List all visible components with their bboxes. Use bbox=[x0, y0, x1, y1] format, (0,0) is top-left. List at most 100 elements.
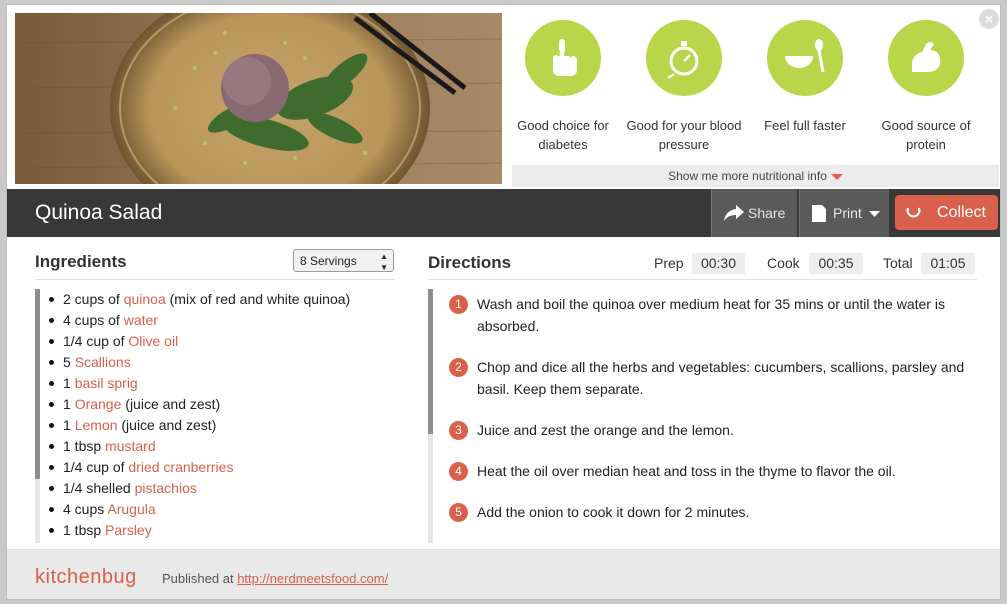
nutrition-badge-label: Good source of protein bbox=[881, 118, 971, 152]
ingredient-quantity: 1/4 cup of bbox=[63, 459, 129, 475]
ingredient-item: 5 Scallions bbox=[45, 352, 405, 373]
ingredients-heading: Ingredients bbox=[35, 252, 127, 271]
footer: kitchenbug Published at http://nerdmeets… bbox=[7, 549, 1000, 599]
ingredient-link[interactable]: pistachios bbox=[135, 480, 197, 496]
ingredient-item: 1 tbsp mustard bbox=[45, 436, 405, 457]
direction-step: 1 Wash and boil the quinoa over medium h… bbox=[449, 293, 969, 337]
step-number: 4 bbox=[449, 462, 468, 481]
print-label: Print bbox=[833, 205, 862, 221]
ingredient-quantity: 1/4 shelled bbox=[63, 480, 135, 496]
step-number: 2 bbox=[449, 358, 468, 377]
ingredient-quantity: 2 cups of bbox=[63, 291, 124, 307]
document-icon bbox=[812, 205, 826, 222]
nutrition-badge-label: Feel full faster bbox=[764, 118, 846, 133]
ingredient-link[interactable]: Orange bbox=[75, 396, 122, 412]
ingredient-link[interactable]: Olive oil bbox=[128, 333, 178, 349]
directions-scrollbar[interactable] bbox=[428, 289, 433, 543]
nutrition-badge-diabetes: Good choice for diabetes bbox=[503, 20, 623, 154]
ingredient-quantity: 1 bbox=[63, 396, 75, 412]
ingredient-item: 1 Orange (juice and zest) bbox=[45, 394, 405, 415]
ingredient-note: (mix of red and white quinoa) bbox=[165, 291, 351, 307]
kitchenbug-logo[interactable]: kitchenbug bbox=[35, 566, 137, 588]
published-label: Published at bbox=[162, 571, 234, 586]
direction-step: 4 Heat the oil over median heat and toss… bbox=[449, 460, 969, 482]
step-text: Heat the oil over median heat and toss i… bbox=[477, 463, 896, 479]
share-label: Share bbox=[748, 205, 786, 221]
ingredient-item: 2 cups of quinoa (mix of red and white q… bbox=[45, 289, 405, 310]
step-number: 5 bbox=[449, 503, 468, 522]
nutrition-badge-label: Good for your blood pressure bbox=[626, 118, 742, 152]
ingredient-link[interactable]: basil sprig bbox=[75, 375, 138, 391]
step-text: Wash and boil the quinoa over medium hea… bbox=[477, 296, 945, 334]
ingredient-quantity: 1/4 cup of bbox=[63, 333, 129, 349]
nutrition-badge-label: Good choice for diabetes bbox=[517, 118, 609, 152]
ingredient-link[interactable]: Scallions bbox=[75, 354, 131, 370]
select-arrows-icon: ▲ ▼ bbox=[380, 252, 388, 272]
ingredient-link[interactable]: mustard bbox=[105, 438, 156, 454]
direction-step: 3 Juice and zest the orange and the lemo… bbox=[449, 419, 969, 441]
nutrition-badge-protein: Good source of protein bbox=[866, 20, 986, 154]
ingredient-link[interactable]: Arugula bbox=[107, 501, 155, 517]
ingredient-quantity: 1 tbsp bbox=[63, 522, 106, 538]
recipe-photo bbox=[15, 13, 502, 184]
ingredient-link[interactable]: water bbox=[124, 312, 158, 328]
source-link[interactable]: http://nerdmeetsfood.com/ bbox=[237, 571, 388, 586]
collect-button[interactable]: Collect bbox=[895, 195, 998, 230]
bowl-spoon-icon bbox=[767, 20, 843, 96]
bookmark-bug-icon bbox=[906, 207, 921, 218]
ingredients-scrollbar[interactable] bbox=[35, 289, 40, 543]
servings-value: 8 Servings bbox=[300, 254, 357, 268]
share-arrow-icon bbox=[724, 205, 744, 221]
directions-heading: Directions bbox=[428, 253, 512, 272]
ingredient-link[interactable]: Parsley bbox=[105, 522, 152, 538]
total-label: Total bbox=[883, 255, 913, 271]
ingredient-note: (juice and zest) bbox=[121, 396, 221, 412]
published-info: Published at http://nerdmeetsfood.com/ bbox=[162, 571, 388, 586]
more-nutrition-info-toggle[interactable]: Show me more nutritional info bbox=[512, 165, 999, 187]
flexed-arm-icon bbox=[888, 20, 964, 96]
ingredient-link[interactable]: Lemon bbox=[75, 417, 118, 433]
step-text: Chop and dice all the herbs and vegetabl… bbox=[477, 359, 965, 397]
ingredient-quantity: 1 bbox=[63, 417, 75, 433]
ingredients-scroll-thumb[interactable] bbox=[35, 289, 40, 479]
direction-step: 2 Chop and dice all the herbs and vegeta… bbox=[449, 356, 969, 400]
nutrition-badge-full-faster: Feel full faster bbox=[745, 20, 865, 135]
print-button[interactable]: Print bbox=[799, 189, 889, 237]
step-number: 1 bbox=[449, 295, 468, 314]
ingredient-item: 1/4 cup of dried cranberries bbox=[45, 457, 405, 478]
divider bbox=[428, 279, 977, 280]
prep-label: Prep bbox=[654, 255, 684, 271]
hand-icon bbox=[525, 20, 601, 96]
ingredient-note: (juice and zest) bbox=[117, 417, 217, 433]
step-number: 3 bbox=[449, 421, 468, 440]
chevron-down-icon bbox=[869, 211, 880, 217]
divider bbox=[35, 279, 395, 280]
ingredient-item: 1 basil sprig bbox=[45, 373, 405, 394]
more-info-label: Show me more nutritional info bbox=[668, 169, 827, 183]
step-text: Juice and zest the orange and the lemon. bbox=[477, 422, 734, 438]
servings-select[interactable]: 8 Servings ▲ ▼ bbox=[293, 249, 394, 272]
cook-label: Cook bbox=[767, 255, 800, 271]
ingredient-item: 4 cups of water bbox=[45, 310, 405, 331]
share-button[interactable]: Share bbox=[711, 189, 797, 237]
ingredient-quantity: 4 cups of bbox=[63, 312, 124, 328]
ingredient-link[interactable]: quinoa bbox=[124, 291, 166, 307]
ingredient-quantity: 1 bbox=[63, 375, 75, 391]
recipe-modal: × Good choice for diabetes Good for your… bbox=[6, 4, 1001, 600]
caret-down-icon bbox=[830, 173, 843, 180]
ingredient-link[interactable]: dried cranberries bbox=[128, 459, 233, 475]
ingredient-item: 1 Lemon (juice and zest) bbox=[45, 415, 405, 436]
ingredient-item: 4 cups Arugula bbox=[45, 499, 405, 520]
collect-label: Collect bbox=[937, 204, 986, 221]
prep-time: 00:30 bbox=[692, 253, 745, 274]
directions-scroll-thumb[interactable] bbox=[428, 289, 433, 434]
ingredient-item: 1 tbsp Parsley bbox=[45, 520, 405, 541]
nutrition-badge-blood-pressure: Good for your blood pressure bbox=[624, 20, 744, 154]
ingredient-quantity: 1 tbsp bbox=[63, 438, 106, 454]
cook-time: 00:35 bbox=[809, 253, 863, 274]
title-bar: Quinoa Salad Share Print Collect bbox=[7, 189, 1000, 237]
step-text: Add the onion to cook it down for 2 minu… bbox=[477, 504, 750, 520]
direction-step: 5 Add the onion to cook it down for 2 mi… bbox=[449, 501, 969, 523]
ingredient-item: 1/4 cup of Olive oil bbox=[45, 331, 405, 352]
stopwatch-icon bbox=[646, 20, 722, 96]
